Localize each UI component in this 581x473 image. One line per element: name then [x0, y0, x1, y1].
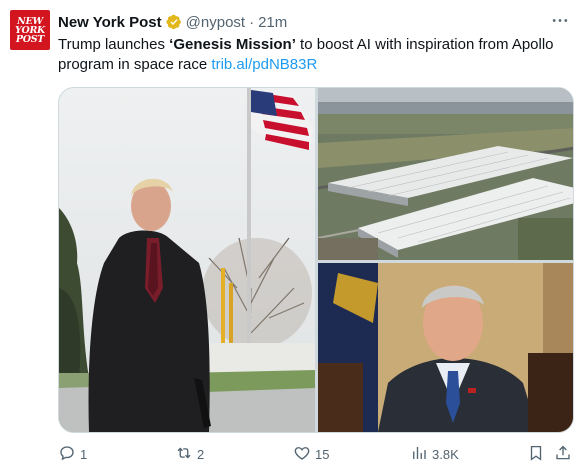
more-icon[interactable]: [549, 10, 571, 30]
repost-button[interactable]: 2: [175, 442, 204, 466]
tweet-header: New York Post @nypost · 21m: [58, 12, 287, 32]
views-button[interactable]: 3.8K: [410, 442, 459, 466]
reply-button[interactable]: 1: [58, 442, 87, 466]
share-icon: [554, 444, 572, 465]
repost-icon: [175, 444, 193, 465]
tweet-text-bold: Genesis Mission: [173, 36, 292, 53]
reply-icon: [58, 444, 76, 465]
tweet[interactable]: NEW YORK POST New York Post @nypost · 21…: [0, 0, 581, 473]
account-name[interactable]: New York Post: [58, 14, 162, 31]
photo-man-in-suit[interactable]: [318, 263, 573, 432]
reply-count: 1: [80, 446, 88, 462]
media-grid: [58, 87, 574, 433]
account-handle[interactable]: @nypost: [186, 14, 245, 31]
action-bar: 1 2 15 3.8K: [58, 442, 574, 466]
share-button[interactable]: [554, 442, 572, 466]
like-button[interactable]: 15: [293, 442, 329, 466]
like-icon: [293, 444, 311, 465]
timestamp[interactable]: 21m: [258, 14, 287, 31]
bookmark-button[interactable]: [527, 442, 545, 466]
tweet-link[interactable]: trib.al/pdNB83R: [211, 56, 317, 73]
separator-dot: ·: [249, 13, 255, 31]
photo-data-center[interactable]: [318, 88, 573, 260]
tweet-text: Trump launches ‘Genesis Mission’ to boos…: [58, 35, 573, 75]
views-icon: [410, 444, 428, 465]
bookmark-icon: [527, 444, 545, 465]
tweet-text-part1: Trump launches: [58, 36, 170, 53]
views-count: 3.8K: [432, 446, 459, 462]
avatar-line-3: POST: [15, 33, 45, 45]
repost-count: 2: [197, 446, 205, 462]
avatar[interactable]: NEW YORK POST: [10, 10, 50, 50]
verified-badge-icon[interactable]: [166, 14, 182, 30]
photo-man-with-flag[interactable]: [59, 88, 315, 432]
like-count: 15: [315, 446, 330, 462]
